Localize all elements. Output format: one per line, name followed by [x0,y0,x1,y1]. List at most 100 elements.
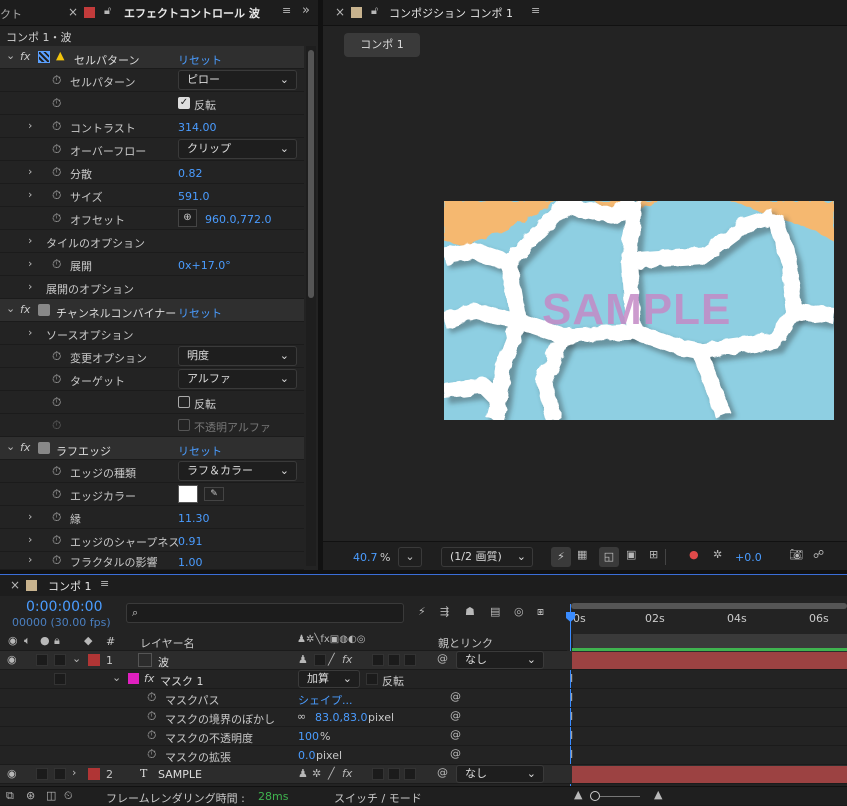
lock-switch[interactable] [54,768,66,780]
audio-icon[interactable]: 🔈︎ [24,634,31,648]
stopwatch-icon[interactable]: ⏱ [147,747,156,762]
eye-icon[interactable]: ◉ [7,653,17,666]
parent-link-header[interactable]: 親とリンク [438,635,493,651]
disperse-value[interactable]: 0.82 [178,167,203,180]
mask-feather-row[interactable]: ⏱ マスクの境界のぼかし ∞ 83.0,83.0 pixel @ I [0,708,847,727]
stopwatch-icon[interactable]: ⏱ [52,211,61,226]
mask-color[interactable] [128,673,139,684]
scrollbar-track[interactable] [306,46,316,566]
duration-icon[interactable]: ◫ [46,789,56,802]
stopwatch-icon[interactable]: ⏱ [52,188,61,203]
fx-icon[interactable]: fx [20,303,30,316]
keyframe-marker[interactable]: I [570,729,573,742]
invert-checkbox[interactable] [178,396,190,408]
fx-switch-icon[interactable]: fx [342,653,352,666]
render-time-icon[interactable]: ⏲ [64,789,73,803]
camera-snapshot-icon[interactable]: 📷︎ [789,548,803,561]
prop-evolution-options[interactable]: › 展開のオプション [0,276,304,299]
tab-effect-controls[interactable]: エフェクトコントロール 波 [124,5,260,21]
cell-pattern-dropdown[interactable]: ピロー ⌄ [178,70,297,90]
comp-flow-button[interactable]: コンポ 1 [344,33,420,57]
modes-icon[interactable]: ⊛ [26,789,35,802]
chevron-right-icon[interactable]: › [72,766,76,779]
close-icon[interactable]: × [10,578,20,592]
prop-tile-options[interactable]: › タイルのオプション [0,230,304,253]
tab-composition[interactable]: コンポジション コンポ 1 [389,5,513,21]
expand-panels-icon[interactable]: » [302,3,310,18]
expression-icon[interactable]: @ [450,747,461,760]
draft-3d-icon[interactable]: ⚡ [418,605,426,618]
mask-mode-dropdown[interactable]: 加算 ⌄ [298,670,360,688]
frame-blending-icon[interactable]: ▤ [490,605,500,618]
effect-header-channel-combiner[interactable]: ⌄ fx チャンネルコンバイナー リセット [0,299,304,322]
prop-source-options[interactable]: › ソースオプション [0,322,304,345]
zoom-value[interactable]: 40.7 [353,551,378,564]
motion-blur-icon[interactable]: ◎ [514,605,524,618]
chevron-down-icon[interactable]: ⌄ [72,652,81,665]
expression-icon[interactable]: @ [450,709,461,722]
mask-path-row[interactable]: ⏱ マスクパス シェイプ... @ I [0,689,847,708]
chevron-down-icon[interactable]: ⌄ [6,49,15,62]
mask-expansion-row[interactable]: ⏱ マスクの拡張 0.0 pixel @ I [0,746,847,765]
render-icon[interactable]: ⧉ [6,789,14,803]
stopwatch-icon[interactable]: ⏱ [52,553,61,568]
fx-icon[interactable]: fx [20,441,30,454]
chevron-right-icon[interactable]: › [28,188,32,201]
target-dropdown[interactable]: アルファ ⌄ [178,369,297,389]
pick-whip-icon[interactable]: @ [437,766,448,779]
collapse-switch[interactable] [314,654,326,666]
shy-layers-icon[interactable]: ☗ [465,605,475,618]
quality-switch-icon[interactable]: ╱ [328,653,335,666]
zoom-dropdown[interactable]: ⌄ [398,547,422,567]
constrain-link-icon[interactable]: ∞ [297,710,306,723]
eye-icon[interactable]: ◉ [8,634,18,647]
fx-icon[interactable]: fx [144,672,154,685]
lock-switch[interactable] [54,673,66,685]
stopwatch-icon[interactable]: ⏱ [147,709,156,724]
opaque-alpha-checkbox[interactable] [178,419,190,431]
chevron-right-icon[interactable]: › [28,165,32,178]
stopwatch-icon[interactable]: ⏱ [52,142,61,157]
fx-icon[interactable]: fx [20,50,30,63]
label-color[interactable] [88,654,100,666]
lock-switch[interactable] [54,654,66,666]
chevron-down-icon[interactable]: ⌄ [112,671,121,684]
sharpness-value[interactable]: 0.91 [178,535,203,548]
stopwatch-icon[interactable]: ⏱ [52,487,61,502]
stopwatch-icon[interactable]: ⏱ [147,690,156,705]
chevron-right-icon[interactable]: › [28,326,32,339]
exposure-reset-icon[interactable]: ✲ [713,548,722,561]
contrast-value[interactable]: 314.00 [178,121,217,134]
stopwatch-icon[interactable]: ⏱ [52,372,61,387]
menu-icon[interactable]: ≡ [100,577,109,590]
expansion-value[interactable]: 0.0 [298,749,316,762]
label-icon[interactable]: ◆ [84,634,92,647]
fx-switch-icon[interactable]: fx [342,767,352,780]
transparency-grid-icon[interactable]: ▦ [577,548,587,561]
reset-link[interactable]: リセット [178,52,222,68]
tab-left-fragment[interactable]: クト [0,6,22,22]
offset-value[interactable]: 960.0,772.0 [205,213,271,226]
quality-switch-icon[interactable]: ╱ [328,767,335,780]
solo-switch[interactable] [36,768,48,780]
continuous-raster-icon[interactable]: ✲ [312,767,321,780]
parent-dropdown[interactable]: なし ⌄ [456,765,544,783]
exposure-value[interactable]: +0.0 [735,551,762,564]
panel-divider[interactable] [0,570,847,574]
eyedropper-icon[interactable]: ✎ [204,487,224,501]
chevron-right-icon[interactable]: › [28,257,32,270]
stopwatch-icon[interactable]: ⏱ [147,728,156,743]
lock-icon[interactable]: 🔓︎ [371,4,378,18]
label-color[interactable] [88,768,100,780]
tab-timeline[interactable]: コンポ 1 [48,578,92,594]
layer-search-input[interactable]: ⌕ [126,603,404,623]
motion-blur-switch[interactable] [372,768,384,780]
stopwatch-icon[interactable]: ⏱ [52,165,61,180]
graph-editor-icon[interactable]: ⧆ [537,605,544,619]
lock-icon[interactable]: 🔒︎ [54,634,60,648]
current-timecode[interactable]: 0:00:00:00 [26,599,103,615]
reset-link[interactable]: リセット [178,443,222,459]
shy-switch-icon[interactable]: ♟ [298,653,308,666]
mask-row[interactable]: ⌄ fx マスク 1 加算 ⌄ 反転 I [0,670,847,689]
color-channels-icon[interactable]: ● [689,548,699,561]
